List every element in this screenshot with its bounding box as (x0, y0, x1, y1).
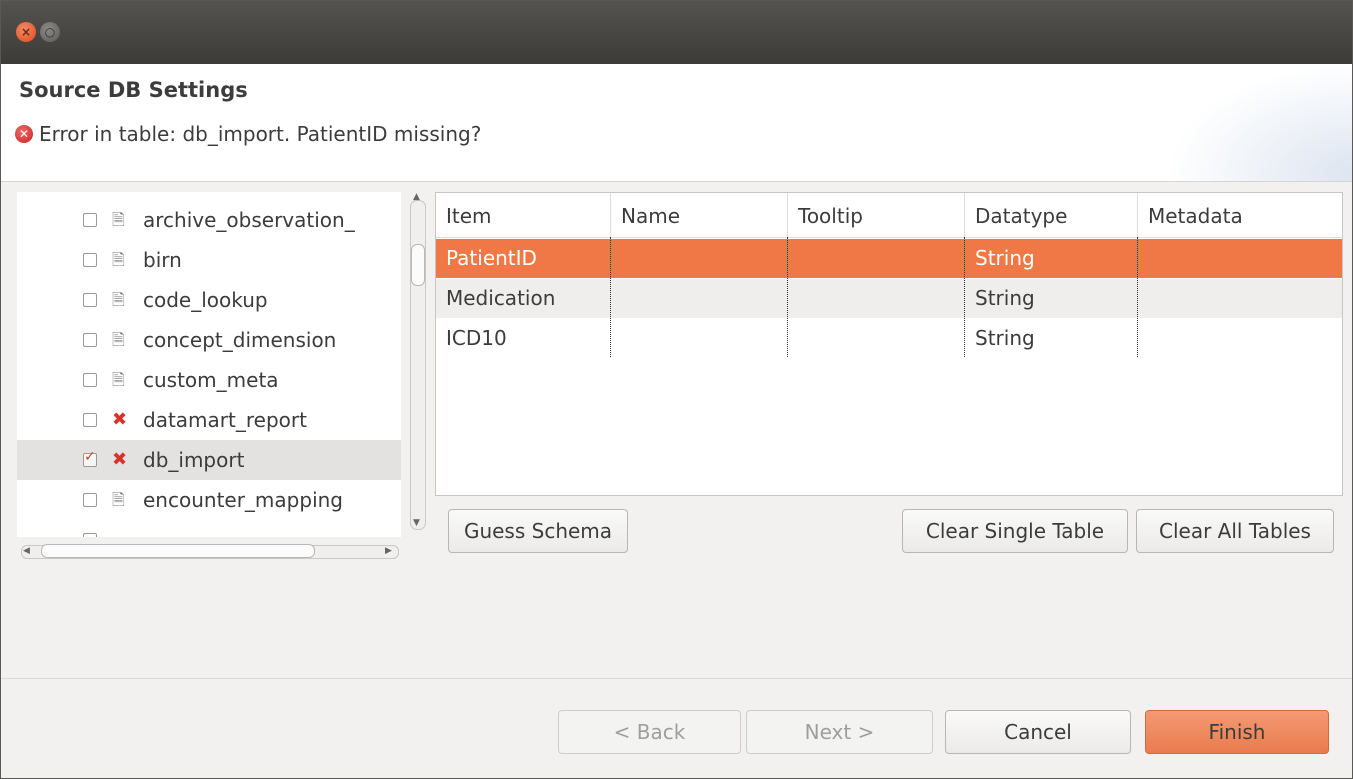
column-header-item[interactable]: Item (436, 193, 610, 237)
minimize-window-button[interactable]: ○ (40, 22, 60, 42)
tree-item-label: code_lookup (143, 288, 268, 312)
column-grid-line (787, 237, 788, 357)
table-tree[interactable]: 🗎 archive_observation_ 🗎 birn 🗎 code_loo… (17, 192, 401, 537)
tree-row-partial (17, 192, 401, 200)
tree-item[interactable]: 🗎 birn (17, 240, 401, 280)
table-row-selected[interactable]: PatientID String (436, 239, 1342, 278)
table-row[interactable]: Medication String (436, 279, 1342, 318)
column-grid-line (964, 237, 965, 357)
error-x-icon: ✖ (112, 449, 128, 470)
cell-name[interactable] (611, 279, 621, 318)
error-x-icon: ✖ (112, 409, 128, 430)
file-icon: 🗎 (112, 490, 125, 509)
footer-separator (1, 678, 1352, 679)
tree-checkbox[interactable] (83, 213, 97, 227)
error-message: ✕ Error in table: db_import. PatientID m… (15, 122, 481, 146)
cell-datatype[interactable]: String (965, 319, 1035, 358)
cell-metadata[interactable] (1138, 239, 1148, 278)
cell-name[interactable] (611, 319, 621, 358)
cell-datatype[interactable]: String (965, 279, 1035, 318)
scroll-up-icon[interactable]: ▲ (413, 192, 420, 202)
scroll-down-icon[interactable]: ▼ (413, 518, 420, 528)
tree-item[interactable]: 🗎 code_lookup (17, 280, 401, 320)
cell-metadata[interactable] (1138, 319, 1148, 358)
scrollbar-thumb[interactable] (41, 544, 315, 558)
close-window-button[interactable]: × (16, 22, 36, 42)
tree-checkbox[interactable] (83, 493, 97, 507)
tree-item-selected[interactable]: ✖ db_import (17, 440, 401, 480)
scrollbar-thumb[interactable] (411, 244, 425, 286)
scroll-left-icon[interactable]: ◀ (23, 546, 30, 556)
cell-item[interactable]: PatientID (436, 239, 537, 278)
cell-item[interactable]: ICD10 (436, 319, 507, 358)
tree-item[interactable]: ✖ datamart_report (17, 400, 401, 440)
error-icon: ✕ (15, 125, 33, 143)
error-message-text: Error in table: db_import. PatientID mis… (39, 122, 482, 146)
finish-button[interactable]: Finish (1145, 710, 1329, 754)
column-grid-line (610, 237, 611, 357)
tree-item-label: custom_meta (143, 368, 279, 392)
back-button[interactable]: < Back (558, 710, 741, 754)
tree-item[interactable]: 🗎 archive_observation_ (17, 200, 401, 240)
tree-checkbox[interactable] (83, 293, 97, 307)
file-icon: 🗎 (112, 330, 125, 349)
guess-schema-button[interactable]: Guess Schema (448, 509, 628, 553)
title-bar: × ○ (1, 1, 1352, 64)
clear-single-table-button[interactable]: Clear Single Table (902, 509, 1128, 553)
tree-item-label: encounter_mapping (143, 488, 343, 512)
table-header: Item Name Tooltip Datatype Metadata (436, 193, 1342, 238)
cell-metadata[interactable] (1138, 279, 1148, 318)
file-icon: 🗎 (112, 210, 125, 229)
column-header-datatype[interactable]: Datatype (965, 193, 1137, 237)
tree-item-label: datamart_report (143, 408, 307, 432)
tree-item[interactable]: 🗎 concept_dimension (17, 320, 401, 360)
file-icon: 🗎 (112, 370, 125, 389)
tree-checkbox[interactable] (83, 253, 97, 267)
cancel-button[interactable]: Cancel (945, 710, 1131, 754)
table-row[interactable]: ICD10 String (436, 319, 1342, 358)
column-header-metadata[interactable]: Metadata (1138, 193, 1342, 237)
tree-vertical-scrollbar[interactable]: ▲ ▼ (405, 192, 427, 534)
cell-tooltip[interactable] (788, 319, 798, 358)
tree-horizontal-scrollbar[interactable]: ◀ ▶ (19, 541, 401, 561)
column-grid-line (1137, 237, 1138, 357)
cell-datatype[interactable]: String (965, 239, 1035, 278)
cell-item[interactable]: Medication (436, 279, 555, 318)
tree-checkbox-checked[interactable] (83, 449, 97, 467)
column-header-tooltip[interactable]: Tooltip (788, 193, 964, 237)
tree-item[interactable]: 🗎 custom_meta (17, 360, 401, 400)
file-icon: 🗎 (112, 250, 125, 269)
tree-item-label: db_import (143, 448, 245, 472)
tree-row-partial (17, 520, 401, 537)
column-header-name[interactable]: Name (611, 193, 787, 237)
tree-item-label: concept_dimension (143, 328, 337, 352)
tree-checkbox[interactable] (83, 333, 97, 347)
cell-tooltip[interactable] (788, 279, 798, 318)
cell-name[interactable] (611, 239, 621, 278)
tree-checkbox[interactable] (83, 373, 97, 387)
page-title: Source DB Settings (19, 78, 248, 102)
wizard-window: × ○ Source DB Settings ✕ Error in table:… (0, 0, 1353, 779)
tree-item-label: archive_observation_ (143, 208, 355, 232)
tree-checkbox[interactable] (83, 413, 97, 427)
clear-all-tables-button[interactable]: Clear All Tables (1136, 509, 1334, 553)
tree-checkbox[interactable] (83, 533, 97, 537)
file-icon: 🗎 (112, 290, 125, 309)
next-button[interactable]: Next > (746, 710, 933, 754)
header-decoration (1152, 64, 1352, 181)
schema-table[interactable]: Item Name Tooltip Datatype Metadata Pati… (435, 192, 1343, 496)
wizard-header: Source DB Settings ✕ Error in table: db_… (1, 64, 1352, 182)
cell-tooltip[interactable] (788, 239, 798, 278)
tree-item[interactable]: 🗎 encounter_mapping (17, 480, 401, 520)
scroll-right-icon[interactable]: ▶ (385, 546, 392, 556)
tree-item-label: birn (143, 248, 182, 272)
